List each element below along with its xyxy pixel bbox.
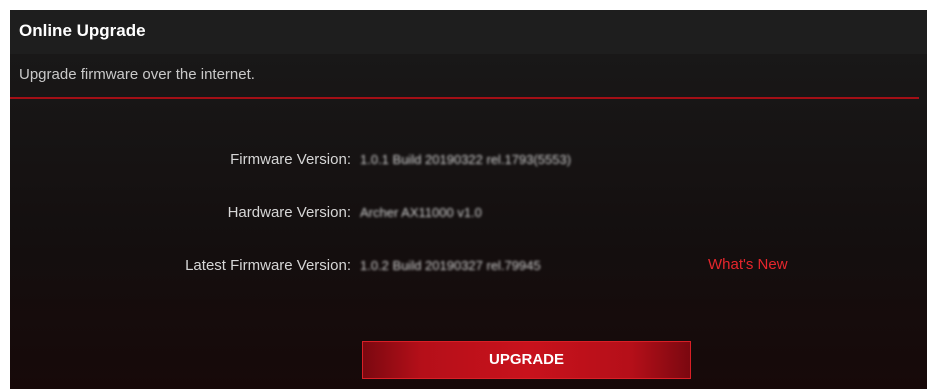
firmware-version-value: 1.0.1 Build 20190322 rel.1793(5553) [360, 152, 572, 167]
section-description: Upgrade firmware over the internet. [19, 66, 255, 83]
firmware-version-label: Firmware Version: [230, 151, 351, 168]
section-title: Online Upgrade [19, 21, 146, 40]
section-header: Online Upgrade [10, 10, 927, 54]
latest-firmware-version-value: 1.0.2 Build 20190327 rel.79945 [360, 258, 541, 273]
latest-firmware-version-label: Latest Firmware Version: [185, 257, 351, 274]
hardware-version-label: Hardware Version: [227, 204, 351, 221]
upgrade-button[interactable]: UPGRADE [362, 341, 691, 379]
hardware-version-value: Archer AX11000 v1.0 [360, 205, 482, 220]
online-upgrade-panel: Online Upgrade Upgrade firmware over the… [10, 10, 927, 389]
whats-new-link[interactable]: What's New [708, 256, 788, 273]
section-divider [10, 97, 919, 99]
